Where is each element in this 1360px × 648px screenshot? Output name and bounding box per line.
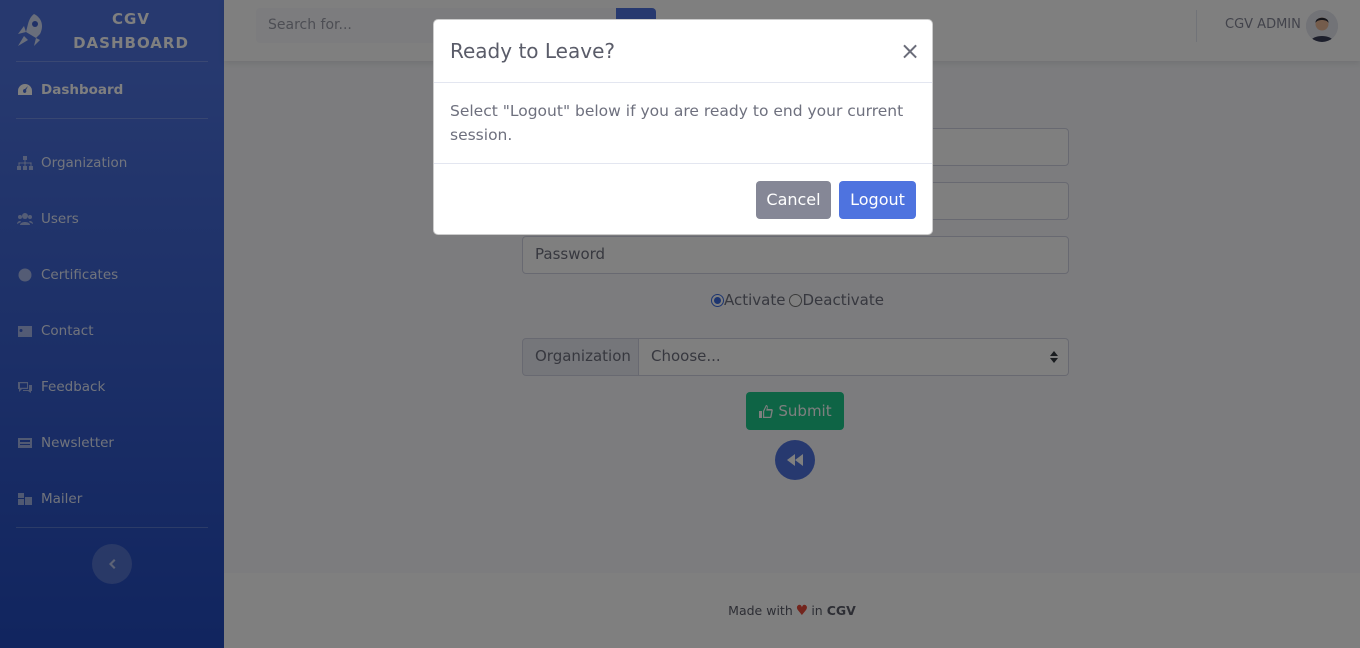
modal-title: Ready to Leave? <box>450 39 615 63</box>
logout-button[interactable]: Logout <box>839 180 916 219</box>
modal-body: Select "Logout" below if you are ready t… <box>434 83 932 164</box>
logout-modal: Ready to Leave? × Select "Logout" below … <box>433 19 933 235</box>
modal-header: Ready to Leave? × <box>434 20 932 83</box>
cancel-button[interactable]: Cancel <box>756 180 831 219</box>
modal-footer: Cancel Logout <box>434 164 932 235</box>
close-icon[interactable]: × <box>900 39 920 63</box>
